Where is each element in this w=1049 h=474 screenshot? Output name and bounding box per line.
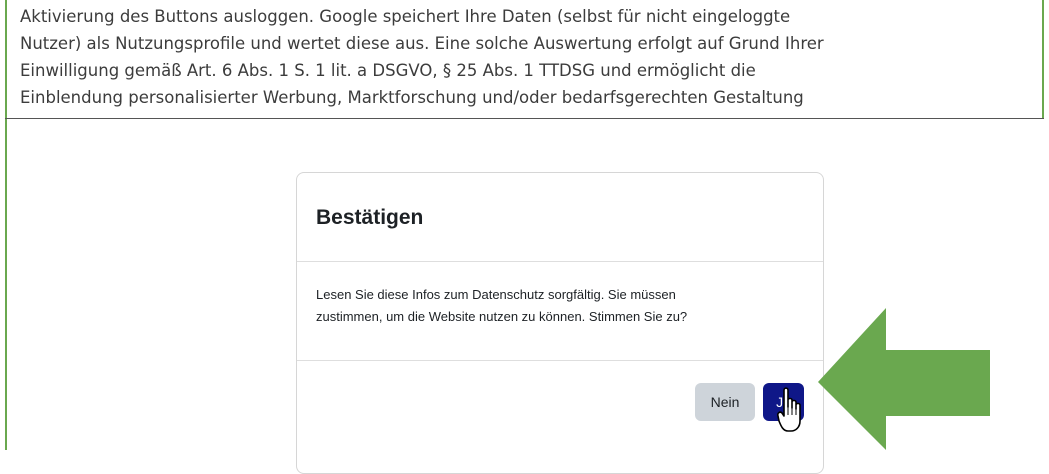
dialog-message-line: zustimmen, um die Website nutzen zu könn… — [316, 309, 688, 324]
policy-line: Nutzer) als Nutzungsprofile und wertet d… — [20, 34, 824, 53]
frame-right-border — [1042, 0, 1044, 118]
dialog-header: Bestätigen — [297, 173, 823, 262]
left-arrow-icon — [818, 308, 990, 450]
no-button[interactable]: Nein — [695, 383, 755, 421]
dialog-message-line: Lesen Sie diese Infos zum Datenschutz so… — [316, 287, 676, 302]
policy-line: Einblendung personalisierter Werbung, Ma… — [20, 88, 804, 107]
dialog-message: Lesen Sie diese Infos zum Datenschutz so… — [316, 284, 786, 328]
section-divider — [5, 118, 1044, 119]
frame-left-border — [5, 0, 7, 450]
dialog-title: Bestätigen — [316, 206, 424, 229]
privacy-policy-text: Aktivierung des Buttons ausloggen. Googl… — [20, 3, 1030, 118]
policy-line: Einwilligung gemäß Art. 6 Abs. 1 S. 1 li… — [20, 61, 756, 80]
hand-pointer-cursor-icon — [777, 387, 801, 432]
dialog-body: Lesen Sie diese Infos zum Datenschutz so… — [297, 262, 823, 361]
policy-line: Aktivierung des Buttons ausloggen. Googl… — [20, 7, 791, 26]
confirm-dialog: Bestätigen Lesen Sie diese Infos zum Dat… — [296, 172, 824, 474]
